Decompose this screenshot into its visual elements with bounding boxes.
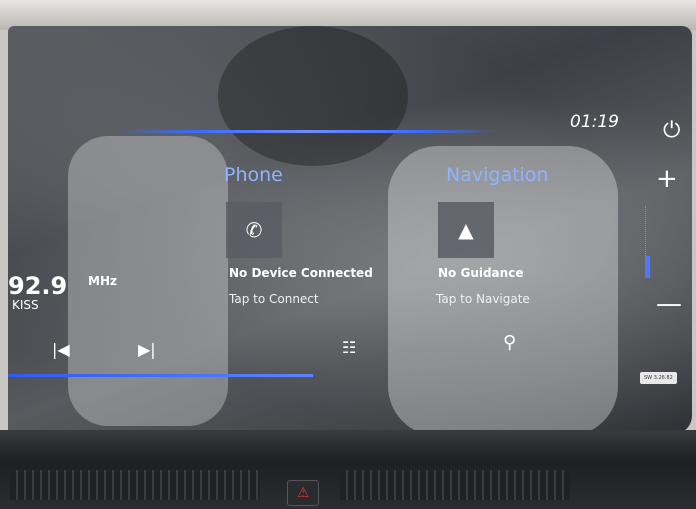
phone-status: No Device Connected	[229, 266, 373, 280]
infotainment-screen: 01:19 ⏻ + — 92.9 MHz KISS |◀ ▶| Phone ✆ …	[8, 26, 692, 434]
navigation-title[interactable]: Navigation	[446, 164, 548, 186]
reflection-seat-right	[388, 146, 618, 434]
clock: 01:19	[570, 112, 619, 132]
volume-down-button[interactable]: —	[656, 291, 682, 317]
navigation-action[interactable]: Tap to Navigate	[436, 292, 530, 306]
air-vent-left	[10, 470, 260, 500]
volume-up-button[interactable]: +	[656, 166, 678, 192]
source-list-icon[interactable]: ☷	[342, 338, 356, 357]
phone-action[interactable]: Tap to Connect	[229, 292, 319, 306]
software-version-badge: SW 3.26.82	[640, 372, 677, 384]
top-accent-line	[118, 130, 498, 133]
search-icon[interactable]: ⚲	[503, 332, 516, 353]
radio-frequency: 92.9	[8, 272, 68, 300]
next-track-icon[interactable]: ▶|	[138, 340, 156, 359]
phone-icon[interactable]: ✆	[226, 202, 282, 258]
previous-track-icon[interactable]: |◀	[52, 340, 70, 359]
reflection-dark	[218, 26, 408, 166]
volume-track	[645, 206, 651, 256]
radio-station: KISS	[12, 298, 39, 312]
hazard-icon: ⚠	[296, 485, 310, 501]
navigation-status: No Guidance	[438, 266, 524, 280]
phone-title[interactable]: Phone	[224, 164, 283, 186]
radio-unit: MHz	[88, 274, 117, 288]
navigation-arrow-icon[interactable]: ▲	[438, 202, 494, 258]
power-icon[interactable]: ⏻	[663, 118, 680, 143]
hazard-button[interactable]: ⚠	[287, 480, 319, 506]
air-vent-right	[340, 470, 570, 500]
radio-progress-line	[8, 374, 313, 377]
volume-level[interactable]	[645, 256, 650, 278]
